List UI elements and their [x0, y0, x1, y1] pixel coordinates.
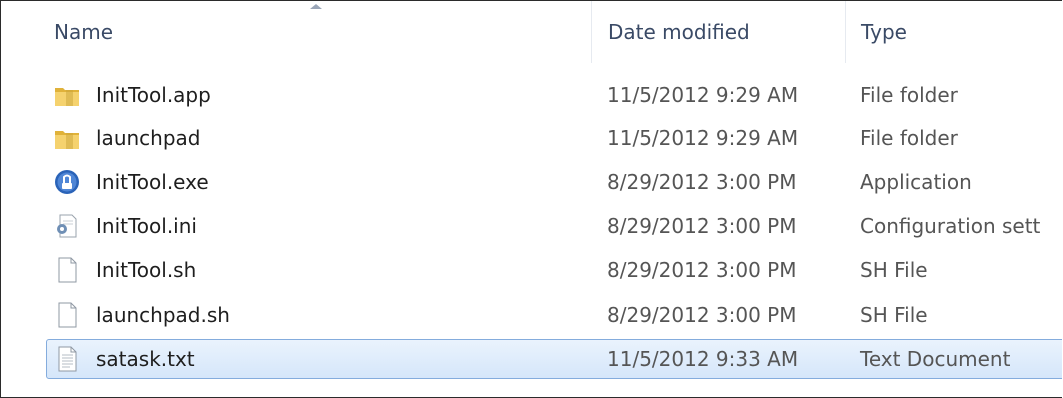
file-name: satask.txt: [96, 347, 195, 371]
column-divider[interactable]: [591, 1, 592, 63]
file-date: 11/5/2012 9:29 AM: [607, 83, 799, 107]
file-date: 11/5/2012 9:33 AM: [607, 347, 799, 371]
file-type: Configuration sett: [860, 214, 1041, 238]
file-type: Text Document: [860, 347, 1011, 371]
file-row-inittool-sh[interactable]: InitTool.sh 8/29/2012 3:00 PM SH File: [46, 250, 1062, 290]
column-divider[interactable]: [845, 1, 846, 63]
file-icon: [52, 256, 82, 284]
file-name: InitTool.exe: [96, 170, 209, 194]
file-row-satask-txt[interactable]: satask.txt 11/5/2012 9:33 AM Text Docume…: [46, 339, 1062, 379]
column-header-row: Name Date modified Type: [1, 1, 1062, 63]
file-row-inittool-app[interactable]: InitTool.app 11/5/2012 9:29 AM File fold…: [46, 75, 1062, 115]
file-row-inittool-ini[interactable]: InitTool.ini 8/29/2012 3:00 PM Configura…: [46, 206, 1062, 246]
file-name: InitTool.sh: [96, 258, 197, 282]
file-date: 8/29/2012 3:00 PM: [607, 214, 797, 238]
file-date: 8/29/2012 3:00 PM: [607, 170, 797, 194]
file-type: SH File: [860, 258, 928, 282]
file-row-inittool-exe[interactable]: InitTool.exe 8/29/2012 3:00 PM Applicati…: [46, 162, 1062, 202]
file-row-launchpad-sh[interactable]: launchpad.sh 8/29/2012 3:00 PM SH File: [46, 295, 1062, 335]
column-header-name[interactable]: Name: [54, 1, 113, 63]
file-list-pane: Name Date modified Type InitTool.app 11/…: [0, 0, 1062, 398]
column-header-type[interactable]: Type: [861, 1, 907, 63]
file-row-launchpad[interactable]: launchpad 11/5/2012 9:29 AM File folder: [46, 118, 1062, 158]
file-name: launchpad.sh: [96, 303, 230, 327]
file-date: 8/29/2012 3:00 PM: [607, 303, 797, 327]
column-header-date-modified[interactable]: Date modified: [608, 1, 750, 63]
file-date: 11/5/2012 9:29 AM: [607, 126, 799, 150]
file-type: SH File: [860, 303, 928, 327]
file-type: File folder: [860, 126, 958, 150]
file-name: InitTool.app: [96, 83, 211, 107]
text-file-icon: [52, 345, 82, 373]
folder-icon: [52, 124, 82, 152]
sort-up-icon: [310, 4, 322, 9]
application-icon: [52, 168, 82, 196]
file-name: launchpad: [96, 126, 201, 150]
file-icon: [52, 301, 82, 329]
config-file-icon: [52, 212, 82, 240]
file-name: InitTool.ini: [96, 214, 197, 238]
folder-icon: [52, 81, 82, 109]
file-type: File folder: [860, 83, 958, 107]
file-type: Application: [860, 170, 972, 194]
file-date: 8/29/2012 3:00 PM: [607, 258, 797, 282]
